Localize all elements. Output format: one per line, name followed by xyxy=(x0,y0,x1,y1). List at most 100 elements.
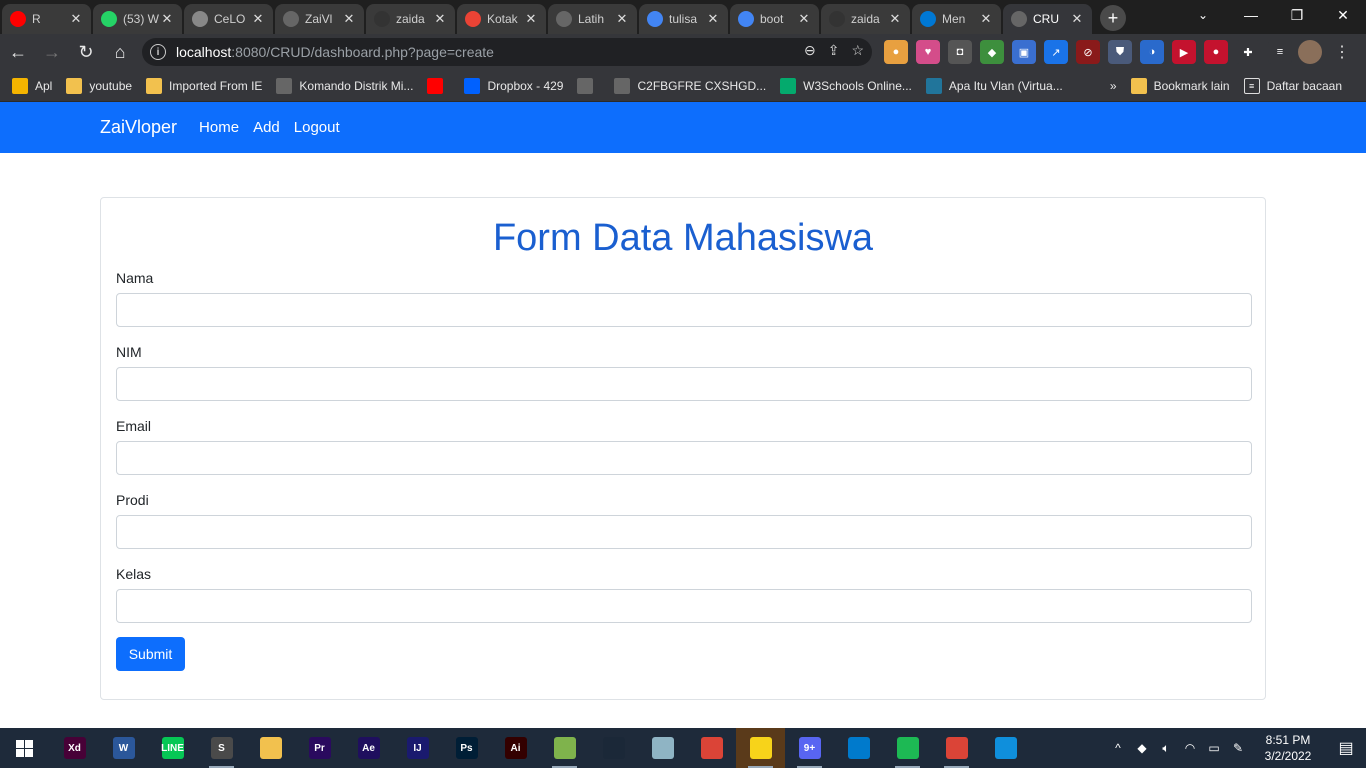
email-input[interactable] xyxy=(116,441,1252,475)
bookmark-item[interactable]: W3Schools Online... xyxy=(780,77,912,94)
close-tab-icon[interactable]: ✕ xyxy=(979,11,993,27)
bookmark-item[interactable]: youtube xyxy=(66,77,132,94)
puzzle-icon[interactable]: ✚ xyxy=(1236,40,1260,64)
extension-icon[interactable]: ◑ xyxy=(1140,40,1164,64)
tab-search-chevron-icon[interactable]: ⌄ xyxy=(1180,0,1226,30)
extension-icon[interactable]: ↗ xyxy=(1044,40,1068,64)
submit-button[interactable]: Submit xyxy=(116,637,185,671)
address-bar[interactable]: i localhost :8080/CRUD/dashboard.php?pag… xyxy=(142,38,872,66)
camera-icon[interactable]: ◘ xyxy=(948,40,972,64)
volume-icon[interactable]: 🔈︎ xyxy=(1154,741,1178,756)
close-tab-icon[interactable]: ✕ xyxy=(524,11,538,27)
taskbar-app[interactable]: LINE xyxy=(148,728,197,768)
taskbar-app[interactable]: IJ xyxy=(393,728,442,768)
record-icon[interactable]: ● xyxy=(1204,40,1228,64)
extension-icon[interactable]: ▶ xyxy=(1172,40,1196,64)
bookmark-other-folder[interactable]: Bookmark lain xyxy=(1130,78,1230,94)
prodi-input[interactable] xyxy=(116,515,1252,549)
close-tab-icon[interactable]: ✕ xyxy=(797,11,811,27)
taskbar-app[interactable] xyxy=(638,728,687,768)
nav-link-home[interactable]: Home xyxy=(199,119,239,136)
media-control-icon[interactable]: ≡ xyxy=(1268,40,1292,64)
share-icon[interactable]: ⇪ xyxy=(828,42,840,59)
taskbar-app[interactable]: S xyxy=(197,728,246,768)
taskbar-app[interactable]: 9+ xyxy=(785,728,834,768)
browser-tab[interactable]: CeLO ✕ xyxy=(184,4,273,34)
bookmark-star-icon[interactable]: ☆ xyxy=(851,42,864,59)
close-tab-icon[interactable]: ✕ xyxy=(706,11,720,27)
bookmark-item[interactable]: Dropbox - 429 xyxy=(464,77,563,94)
wifi-icon[interactable]: ◠ xyxy=(1178,741,1202,755)
taskbar-app[interactable] xyxy=(981,728,1030,768)
profile-avatar[interactable] xyxy=(1298,40,1322,64)
taskbar-app[interactable] xyxy=(246,728,295,768)
home-icon[interactable]: ⌂ xyxy=(104,36,136,68)
bookmarks-overflow[interactable]: » xyxy=(1110,79,1117,93)
navbar-brand[interactable]: ZaiVloper xyxy=(100,117,177,138)
forward-icon[interactable]: → xyxy=(36,36,68,68)
taskbar-app[interactable]: W xyxy=(99,728,148,768)
chevron-up-icon[interactable]: ^ xyxy=(1106,741,1130,755)
close-tab-icon[interactable]: ✕ xyxy=(1070,11,1084,27)
browser-tab[interactable]: Latih ✕ xyxy=(548,4,637,34)
close-tab-icon[interactable]: ✕ xyxy=(69,11,83,27)
bookmark-item[interactable]: Imported From IE xyxy=(146,77,262,94)
restore-icon[interactable]: ❐ xyxy=(1274,0,1320,30)
browser-tab[interactable]: Men ✕ xyxy=(912,4,1001,34)
kelas-input[interactable] xyxy=(116,589,1252,623)
bookmark-item[interactable]: Apl xyxy=(12,77,52,94)
clock[interactable]: 8:51 PM 3/2/2022 xyxy=(1250,732,1326,764)
browser-tab[interactable]: ZaiVl ✕ xyxy=(275,4,364,34)
browser-tab[interactable]: zaida ✕ xyxy=(821,4,910,34)
browser-tab[interactable]: CRU ✕ xyxy=(1003,4,1092,34)
taskbar-app[interactable]: Ai xyxy=(491,728,540,768)
taskbar-app[interactable] xyxy=(883,728,932,768)
taskbar-app[interactable] xyxy=(687,728,736,768)
bookmark-item[interactable]: Apa Itu Vlan (Virtua... xyxy=(925,77,1063,94)
browser-tab[interactable]: Kotak ✕ xyxy=(457,4,546,34)
taskbar-app[interactable]: Ae xyxy=(344,728,393,768)
taskbar-app[interactable] xyxy=(834,728,883,768)
taskbar-app[interactable] xyxy=(932,728,981,768)
extension-icon[interactable]: ● xyxy=(884,40,908,64)
nav-link-add[interactable]: Add xyxy=(253,119,280,136)
browser-tab[interactable]: boot ✕ xyxy=(730,4,819,34)
bookmark-item[interactable] xyxy=(577,77,600,94)
taskbar-app[interactable] xyxy=(736,728,785,768)
close-window-icon[interactable]: ✕ xyxy=(1320,0,1366,30)
browser-tab[interactable]: R ✕ xyxy=(2,4,91,34)
close-tab-icon[interactable]: ✕ xyxy=(888,11,902,27)
battery-icon[interactable]: ▭ xyxy=(1202,741,1226,755)
start-button[interactable] xyxy=(0,728,48,768)
zoom-icon[interactable]: ⊖ xyxy=(804,42,816,59)
minimize-icon[interactable]: — xyxy=(1228,0,1274,30)
close-tab-icon[interactable]: ✕ xyxy=(433,11,447,27)
nama-input[interactable] xyxy=(116,293,1252,327)
taskbar-app[interactable]: Ps xyxy=(442,728,491,768)
extension-icon[interactable]: ◆ xyxy=(980,40,1004,64)
kebab-menu-icon[interactable]: ⋮ xyxy=(1330,40,1354,64)
tray-app-icon[interactable]: ◆ xyxy=(1130,741,1154,755)
browser-tab[interactable]: (53) W ✕ xyxy=(93,4,182,34)
browser-tab[interactable]: zaida ✕ xyxy=(366,4,455,34)
reading-list[interactable]: ≡ Daftar bacaan xyxy=(1243,78,1342,94)
nim-input[interactable] xyxy=(116,367,1252,401)
bookmark-item[interactable]: Komando Distrik Mi... xyxy=(276,77,413,94)
back-icon[interactable]: ← xyxy=(2,36,34,68)
reload-icon[interactable]: ↻ xyxy=(70,36,102,68)
pen-icon[interactable]: ✎ xyxy=(1226,741,1250,755)
extension-icon[interactable]: ▣ xyxy=(1012,40,1036,64)
close-tab-icon[interactable]: ✕ xyxy=(160,11,174,27)
close-tab-icon[interactable]: ✕ xyxy=(615,11,629,27)
bookmark-item[interactable]: C2FBGFRE CXSHGD... xyxy=(614,77,766,94)
new-tab-button[interactable]: + xyxy=(1100,5,1126,31)
taskbar-app[interactable] xyxy=(540,728,589,768)
browser-tab[interactable]: tulisa ✕ xyxy=(639,4,728,34)
taskbar-app[interactable]: Xd xyxy=(50,728,99,768)
taskbar-app[interactable]: Pr xyxy=(295,728,344,768)
close-tab-icon[interactable]: ✕ xyxy=(251,11,265,27)
close-tab-icon[interactable]: ✕ xyxy=(342,11,356,27)
site-info-icon[interactable]: i xyxy=(150,44,166,60)
taskbar-app[interactable] xyxy=(589,728,638,768)
eye-off-icon[interactable]: ⊘ xyxy=(1076,40,1100,64)
